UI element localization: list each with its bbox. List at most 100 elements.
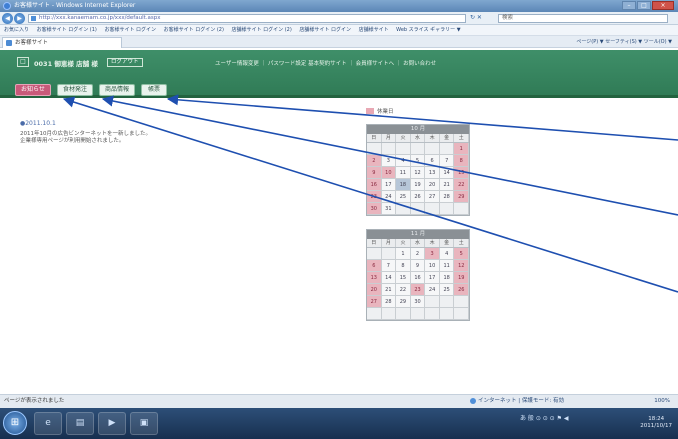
calendar-day[interactable]: 30 — [410, 296, 426, 308]
calendar-day[interactable]: 4 — [396, 155, 411, 167]
calendar-day[interactable]: 28 — [439, 191, 455, 203]
calendar-day[interactable]: 9 — [410, 260, 426, 272]
forward-button[interactable]: ▶ — [14, 13, 25, 24]
calendar-day[interactable]: 10 — [425, 260, 440, 272]
calendar-week: 20 21 22 23 24 25 26 — [367, 284, 470, 296]
menu-oshirase[interactable]: お知らせ — [15, 84, 51, 96]
calendar-day[interactable]: 15 — [454, 167, 470, 179]
favorite-link[interactable]: Web スライス ギャラリー ▼ — [396, 27, 460, 33]
logout-button[interactable]: ログアウト — [107, 58, 143, 67]
calendar-day[interactable]: 13 — [367, 272, 382, 284]
calendar-day[interactable]: 2 — [410, 248, 426, 260]
calendar-day[interactable]: 22 — [454, 179, 470, 191]
url-input[interactable]: http://xxx.kanaemam.co.jp/xxx/default.as… — [28, 14, 466, 23]
favorite-link[interactable]: お客様サイト ログイン (2) — [164, 27, 224, 33]
command-menu[interactable]: ページ(P) ▼ セーフティ(S) ▼ ツール(O) ▼ — [576, 37, 672, 47]
calendar-day[interactable]: 8 — [396, 260, 411, 272]
calendar-day[interactable]: 12 — [454, 260, 470, 272]
minimize-button[interactable]: – — [622, 1, 636, 10]
calendar-day[interactable]: 8 — [454, 155, 470, 167]
calendar-day[interactable]: 10 — [381, 167, 397, 179]
calendar-day[interactable]: 25 — [439, 284, 455, 296]
calendar-day[interactable]: 18 — [439, 272, 455, 284]
window-titlebar: お客様サイト - Windows Internet Explorer – □ × — [0, 0, 678, 12]
refresh-icon[interactable]: ↻ ✕ — [470, 14, 494, 23]
app-taskbar-icon[interactable]: ▣ — [130, 412, 158, 435]
zone-indicator[interactable]: インターネット | 保護モード: 有効 — [470, 395, 564, 408]
calendar-day[interactable]: 30 — [367, 203, 382, 215]
calendar-day[interactable]: 18 — [396, 179, 411, 191]
maximize-button[interactable]: □ — [637, 1, 651, 10]
calendar-day[interactable]: 16 — [367, 179, 382, 191]
calendar-day[interactable]: 7 — [381, 260, 397, 272]
explorer-taskbar-icon[interactable]: ▤ — [66, 412, 94, 435]
favorite-link[interactable]: お客様サイト ログイン — [104, 27, 156, 33]
calendar-day[interactable]: 21 — [381, 284, 397, 296]
zoom-level[interactable]: 100% — [654, 395, 670, 408]
calendar-day[interactable]: 14 — [439, 167, 455, 179]
calendar-day[interactable]: 2 — [367, 155, 382, 167]
news-date[interactable]: ●2011.10.1 — [20, 120, 56, 127]
calendar-day[interactable]: 14 — [381, 272, 397, 284]
calendar-day[interactable]: 15 — [396, 272, 411, 284]
weekday-label: 土 — [454, 134, 470, 142]
calendar-day[interactable]: 17 — [381, 179, 397, 191]
calendar-day[interactable]: 12 — [410, 167, 426, 179]
ie-taskbar-icon[interactable]: e — [34, 412, 62, 435]
calendar-day[interactable]: 1 — [396, 248, 411, 260]
calendar-day[interactable]: 28 — [381, 296, 397, 308]
browser-tab[interactable]: お客様サイト — [2, 37, 122, 48]
calendar-day[interactable]: 9 — [367, 167, 382, 179]
back-button[interactable]: ◀ — [2, 13, 13, 24]
calendar-day[interactable]: 3 — [425, 248, 440, 260]
calendar-day — [381, 248, 397, 260]
start-button[interactable]: ⊞ — [3, 411, 27, 435]
calendar-day[interactable]: 29 — [396, 296, 411, 308]
favorite-link[interactable]: 店舗様サイト ログイン (2) — [232, 27, 292, 33]
tab-label: お客様サイト — [15, 40, 49, 46]
top-links[interactable]: ユーザー情報変更 ｜ パスワード設定 基本契約サイト ｜ 会員様サイトへ ｜ お… — [215, 59, 436, 67]
calendar-day[interactable]: 20 — [367, 284, 382, 296]
calendar-day[interactable]: 20 — [425, 179, 440, 191]
calendar-day[interactable]: 24 — [381, 191, 397, 203]
calendar-day[interactable]: 27 — [367, 296, 382, 308]
menu-hatchu[interactable]: 食材発注 — [57, 84, 93, 96]
menu-chohyo[interactable]: 帳票 — [141, 84, 167, 96]
favorites-button[interactable]: お気に入り — [4, 27, 29, 33]
system-tray[interactable]: あ 般 ⊙ ⊙ ⊙ ⚑ ◀ — [520, 414, 569, 423]
calendar-day[interactable]: 6 — [425, 155, 440, 167]
favorite-link[interactable]: 店舗様サイト — [359, 27, 389, 33]
search-input[interactable]: 検索 — [498, 14, 668, 23]
calendar-day[interactable]: 17 — [425, 272, 440, 284]
calendar-day[interactable]: 26 — [454, 284, 470, 296]
calendar-day[interactable]: 11 — [439, 260, 455, 272]
calendar-day[interactable]: 22 — [396, 284, 411, 296]
calendar-day[interactable]: 11 — [396, 167, 411, 179]
calendar-day[interactable]: 19 — [410, 179, 426, 191]
media-taskbar-icon[interactable]: ▶ — [98, 412, 126, 435]
calendar-day[interactable]: 13 — [425, 167, 440, 179]
calendar-day[interactable]: 6 — [367, 260, 382, 272]
calendar-day[interactable]: 23 — [367, 191, 382, 203]
favorite-link[interactable]: お客様サイト ログイン (1) — [37, 27, 97, 33]
calendar-day[interactable]: 31 — [381, 203, 397, 215]
calendar-day[interactable]: 25 — [396, 191, 411, 203]
calendar-day[interactable]: 1 — [454, 143, 470, 155]
calendar-day[interactable]: 21 — [439, 179, 455, 191]
calendar-day[interactable]: 19 — [454, 272, 470, 284]
calendar-day[interactable]: 5 — [454, 248, 470, 260]
calendar-day[interactable]: 16 — [410, 272, 426, 284]
clock[interactable]: 18:24 2011/10/17 — [640, 416, 672, 430]
calendar-day[interactable]: 24 — [425, 284, 440, 296]
calendar-day[interactable]: 7 — [439, 155, 455, 167]
calendar-day[interactable]: 5 — [410, 155, 426, 167]
close-button[interactable]: × — [652, 1, 674, 10]
calendar-day[interactable]: 4 — [439, 248, 455, 260]
favorite-link[interactable]: 店舗様サイト ログイン — [299, 27, 351, 33]
calendar-day[interactable]: 3 — [381, 155, 397, 167]
menu-shohin[interactable]: 商品情報 — [99, 84, 135, 96]
calendar-day[interactable]: 27 — [425, 191, 440, 203]
calendar-day[interactable]: 26 — [410, 191, 426, 203]
calendar-day[interactable]: 29 — [454, 191, 470, 203]
calendar-day[interactable]: 23 — [410, 284, 426, 296]
